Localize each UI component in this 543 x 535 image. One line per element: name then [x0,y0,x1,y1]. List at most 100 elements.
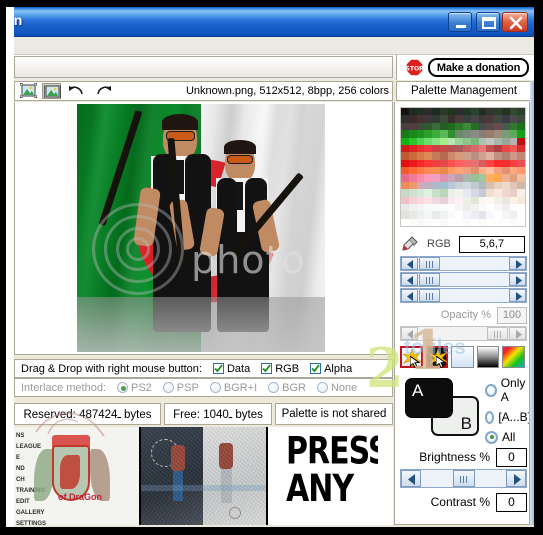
palette-swatch[interactable] [401,159,409,167]
palette-swatch[interactable] [408,189,417,197]
chevron-right-icon[interactable] [509,327,526,340]
palette-swatch[interactable] [416,108,425,116]
palette-swatch[interactable] [447,189,456,197]
palette-swatch[interactable] [439,159,448,167]
palette-swatch[interactable] [494,115,502,123]
palette-swatch[interactable] [463,115,471,123]
palette-swatch[interactable] [401,196,409,204]
palette-swatch[interactable] [517,144,525,153]
palette-swatch[interactable] [401,137,409,145]
palette-swatch[interactable] [486,137,494,145]
palette-swatch[interactable] [501,189,510,197]
thumbnail-press-any[interactable]: PRESS ANY [268,427,393,525]
palette-swatch[interactable] [486,130,494,138]
palette-swatch[interactable] [501,144,510,153]
palette-swatch[interactable] [501,137,510,145]
checkbox-alpha[interactable]: Alpha [310,363,352,375]
palette-swatch[interactable] [463,122,471,131]
image-canvas-panel[interactable]: photo [14,102,393,355]
palette-swatch[interactable] [432,144,440,153]
palette-swatch[interactable] [517,130,525,138]
palette-swatch[interactable] [486,218,494,226]
palette-swatch[interactable] [401,203,409,212]
palette-swatch[interactable] [501,203,510,212]
palette-swatch[interactable] [432,122,440,131]
green-channel-scrollbar[interactable] [400,272,527,287]
red-channel-scrollbar[interactable] [400,256,527,271]
palette-swatch[interactable] [439,203,448,212]
palette-swatch[interactable] [478,130,487,138]
palette-swatch[interactable] [432,181,440,190]
palette-swatch[interactable] [432,203,440,212]
palette-swatch[interactable] [478,167,487,175]
palette-swatch[interactable] [439,189,448,197]
scrollbar-thumb[interactable] [419,289,440,302]
close-button[interactable] [502,12,528,32]
palette-swatch[interactable] [401,218,409,226]
palette-swatch[interactable] [455,152,463,160]
palette-swatch[interactable] [463,174,471,182]
palette-swatch[interactable] [447,137,456,145]
radio-bgr[interactable]: BGR [268,382,306,394]
palette-swatch[interactable] [517,115,525,123]
palette-swatch[interactable] [401,108,409,116]
palette-swatch[interactable] [439,196,448,204]
palette-swatch[interactable] [455,144,463,153]
palette-swatch[interactable] [463,108,471,116]
radio-a-to-b[interactable]: [A...B] [485,410,529,424]
checkbox-data[interactable]: Data [212,363,250,375]
scrollbar-track[interactable] [440,273,509,286]
palette-swatch[interactable] [494,137,502,145]
palette-color-grid[interactable] [400,107,526,227]
chevron-right-icon[interactable] [509,257,526,270]
scrollbar-thumb[interactable] [452,470,475,487]
palette-swatch[interactable] [401,211,409,219]
radio-psp[interactable]: PSP [162,382,199,394]
palette-swatch[interactable] [416,196,425,204]
palette-swatch[interactable] [401,144,409,153]
palette-swatch[interactable] [447,211,456,219]
palette-swatch[interactable] [494,218,502,226]
palette-swatch[interactable] [401,174,409,182]
chevron-right-icon[interactable] [509,273,526,286]
palette-swatch[interactable] [486,203,494,212]
radio-none[interactable]: None [316,382,357,394]
palette-swatch[interactable] [424,130,432,138]
palette-swatch[interactable] [478,174,487,182]
palette-swatch[interactable] [408,196,417,204]
palette-swatch[interactable] [463,130,471,138]
white-gradient-button[interactable] [451,346,474,368]
palette-swatch[interactable] [517,159,525,167]
palette-swatch[interactable] [470,167,479,175]
palette-swatch[interactable] [439,137,448,145]
palette-swatch[interactable] [408,159,417,167]
scrollbar-track[interactable] [418,327,487,340]
thumbnail-players[interactable] [141,427,266,525]
scrollbar-track[interactable] [421,472,453,485]
palette-swatch[interactable] [401,115,409,123]
palette-swatch[interactable] [416,144,425,153]
palette-swatch[interactable] [517,152,525,160]
palette-swatch[interactable] [424,211,432,219]
palette-swatch[interactable] [478,159,487,167]
palette-swatch[interactable] [470,137,479,145]
minimize-button[interactable] [448,12,472,32]
palette-swatch[interactable] [432,137,440,145]
palette-swatch[interactable] [455,137,463,145]
palette-swatch[interactable] [401,122,409,131]
palette-swatch[interactable] [470,211,479,219]
palette-swatch[interactable] [424,189,432,197]
color-gradient-button[interactable] [502,346,525,368]
palette-swatch[interactable] [408,152,417,160]
palette-swatch[interactable] [478,108,487,116]
palette-swatch[interactable] [408,174,417,182]
palette-swatch[interactable] [478,203,487,212]
palette-swatch[interactable] [447,108,456,116]
palette-swatch[interactable] [470,130,479,138]
palette-swatch[interactable] [432,167,440,175]
palette-swatch[interactable] [439,122,448,131]
chevron-right-icon[interactable] [506,470,526,487]
palette-swatch[interactable] [401,152,409,160]
palette-swatch[interactable] [401,189,409,197]
ab-color-swatches[interactable]: B A [401,376,479,438]
